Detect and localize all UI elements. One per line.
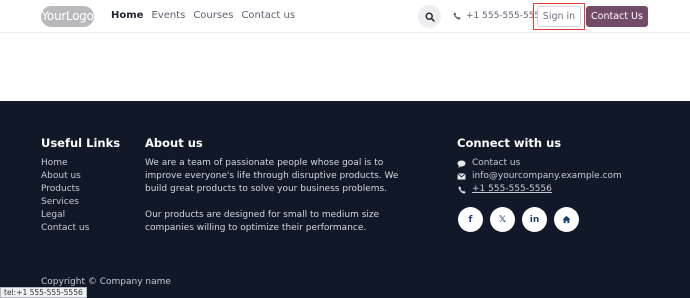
contact-us-button[interactable]: Contact Us: [586, 6, 648, 27]
site-header: YourLogo Home Events Courses Contact us …: [0, 0, 690, 33]
chat-icon: [457, 159, 466, 168]
connect-item-contact[interactable]: Contact us: [457, 157, 622, 170]
header-phone-link[interactable]: +1 555-555-5556: [453, 11, 546, 21]
footer-link-about-us[interactable]: About us: [41, 170, 89, 183]
home-icon: [562, 215, 571, 224]
signin-button[interactable]: Sign in: [537, 6, 581, 27]
footer-link-home[interactable]: Home: [41, 157, 89, 170]
x-icon: 𝕏: [498, 214, 507, 225]
phone-icon: [457, 185, 466, 194]
about-us-title: About us: [145, 136, 203, 150]
facebook-icon: f: [468, 214, 473, 225]
envelope-icon: [457, 173, 466, 180]
linkedin-button[interactable]: in: [522, 207, 547, 232]
nav-item-contact-us[interactable]: Contact us: [241, 10, 295, 21]
site-logo[interactable]: YourLogo: [41, 6, 94, 27]
phone-icon: [453, 12, 461, 20]
about-us-text: We are a team of passionate people whose…: [145, 157, 400, 235]
browser-status-bar: tel:+1 555-555-5556: [0, 287, 87, 298]
connect-title: Connect with us: [457, 136, 562, 150]
useful-links-list: Home About us Products Services Legal Co…: [41, 157, 89, 235]
nav-item-home[interactable]: Home: [111, 10, 143, 21]
x-twitter-button[interactable]: 𝕏: [490, 207, 515, 232]
about-paragraph-1: We are a team of passionate people whose…: [145, 158, 399, 194]
about-paragraph-2: Our products are designed for small to m…: [145, 210, 380, 233]
footer-link-contact-us[interactable]: Contact us: [41, 222, 89, 235]
footer-link-legal[interactable]: Legal: [41, 209, 89, 222]
connect-item-phone[interactable]: +1 555-555-5556: [457, 183, 622, 196]
linkedin-icon: in: [529, 214, 540, 225]
site-footer: Useful Links Home About us Products Serv…: [0, 101, 690, 298]
search-icon: [424, 11, 435, 22]
connect-item-email[interactable]: info@yourcompany.example.com: [457, 170, 622, 183]
nav-item-events[interactable]: Events: [151, 10, 185, 21]
nav-item-courses[interactable]: Courses: [193, 10, 233, 21]
useful-links-title: Useful Links: [41, 136, 121, 150]
facebook-button[interactable]: f: [458, 207, 483, 232]
footer-link-products[interactable]: Products: [41, 183, 89, 196]
main-nav: Home Events Courses Contact us: [111, 10, 295, 21]
footer-link-services[interactable]: Services: [41, 196, 89, 209]
home-button[interactable]: [554, 207, 579, 232]
connect-list: Contact us info@yourcompany.example.com …: [457, 157, 622, 196]
copyright-text: Copyright © Company name: [41, 277, 171, 287]
search-button[interactable]: [418, 5, 441, 28]
